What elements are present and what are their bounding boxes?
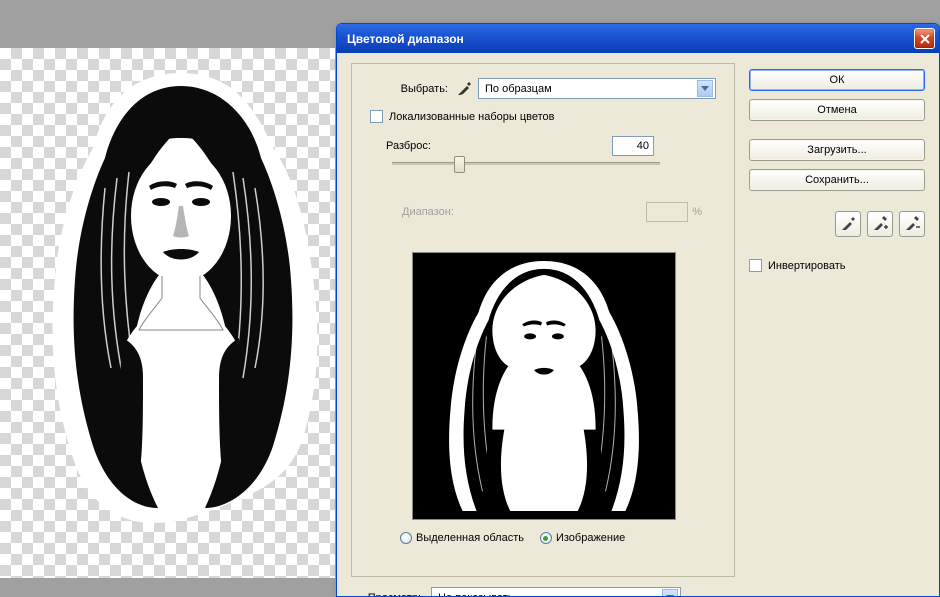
canvas-image <box>33 68 328 528</box>
radio-icon <box>540 532 552 544</box>
fuzziness-label: Разброс: <box>386 140 506 152</box>
select-row: Выбрать: По образцам <box>376 78 716 99</box>
radio-icon <box>400 532 412 544</box>
radio-selection-label: Выделенная область <box>416 532 524 544</box>
options-group: Выбрать: По образцам Локализованные набо… <box>351 63 735 577</box>
slider-thumb[interactable] <box>454 156 465 173</box>
eyedropper-add-tool[interactable] <box>867 211 893 237</box>
select-label: Выбрать: <box>376 83 448 95</box>
eyedropper-icon <box>840 216 856 232</box>
ok-button[interactable]: ОК <box>749 69 925 91</box>
eyedropper-subtract-tool[interactable] <box>899 211 925 237</box>
document-canvas[interactable] <box>0 48 335 578</box>
dialog-title: Цветовой диапазон <box>347 32 464 46</box>
chevron-down-icon <box>697 80 713 97</box>
radio-image[interactable]: Изображение <box>540 532 625 544</box>
eyedropper-minus-icon <box>904 216 920 232</box>
load-button[interactable]: Загрузить... <box>749 139 925 161</box>
eyedropper-tools <box>749 211 925 237</box>
preview-mode-radios: Выделенная область Изображение <box>400 532 625 544</box>
radio-image-label: Изображение <box>556 532 625 544</box>
color-range-dialog: Цветовой диапазон Выбрать: По образцам <box>336 23 940 597</box>
cancel-button[interactable]: Отмена <box>749 99 925 121</box>
select-dropdown[interactable]: По образцам <box>478 78 716 99</box>
range-label: Диапазон: <box>402 206 454 218</box>
fuzziness-input[interactable]: 40 <box>612 136 654 156</box>
preview-select-row: Просмотр: Не показывать <box>351 587 681 597</box>
dialog-right-column: ОК Отмена Загрузить... Сохранить... <box>749 69 925 272</box>
dialog-body: Выбрать: По образцам Локализованные набо… <box>337 53 939 596</box>
eyedropper-tool[interactable] <box>835 211 861 237</box>
range-input <box>646 202 688 222</box>
localized-sets-checkbox[interactable] <box>370 110 383 123</box>
fuzziness-slider[interactable] <box>392 162 660 165</box>
localized-sets-row: Локализованные наборы цветов <box>370 110 555 123</box>
close-button[interactable] <box>914 28 935 49</box>
select-value: По образцам <box>485 83 552 95</box>
save-button[interactable]: Сохранить... <box>749 169 925 191</box>
invert-checkbox[interactable] <box>749 259 762 272</box>
chevron-down-icon <box>662 589 678 597</box>
localized-sets-label: Локализованные наборы цветов <box>389 111 555 123</box>
invert-label: Инвертировать <box>768 260 845 272</box>
close-icon <box>920 34 930 44</box>
slider-track <box>392 162 660 165</box>
range-unit: % <box>692 206 702 218</box>
radio-selection[interactable]: Выделенная область <box>400 532 524 544</box>
range-row: Диапазон: % <box>402 202 702 222</box>
preview-select-label: Просмотр: <box>351 592 421 597</box>
fuzziness-row: Разброс: 40 <box>386 136 696 156</box>
eyedropper-icon <box>456 81 472 97</box>
preview-select-dropdown[interactable]: Не показывать <box>431 587 681 597</box>
preview-image <box>413 253 675 519</box>
dialog-titlebar[interactable]: Цветовой диапазон <box>337 24 939 53</box>
eyedropper-plus-icon <box>872 216 888 232</box>
selection-preview[interactable] <box>412 252 676 520</box>
invert-row: Инвертировать <box>749 259 925 272</box>
preview-select-value: Не показывать <box>438 592 514 597</box>
